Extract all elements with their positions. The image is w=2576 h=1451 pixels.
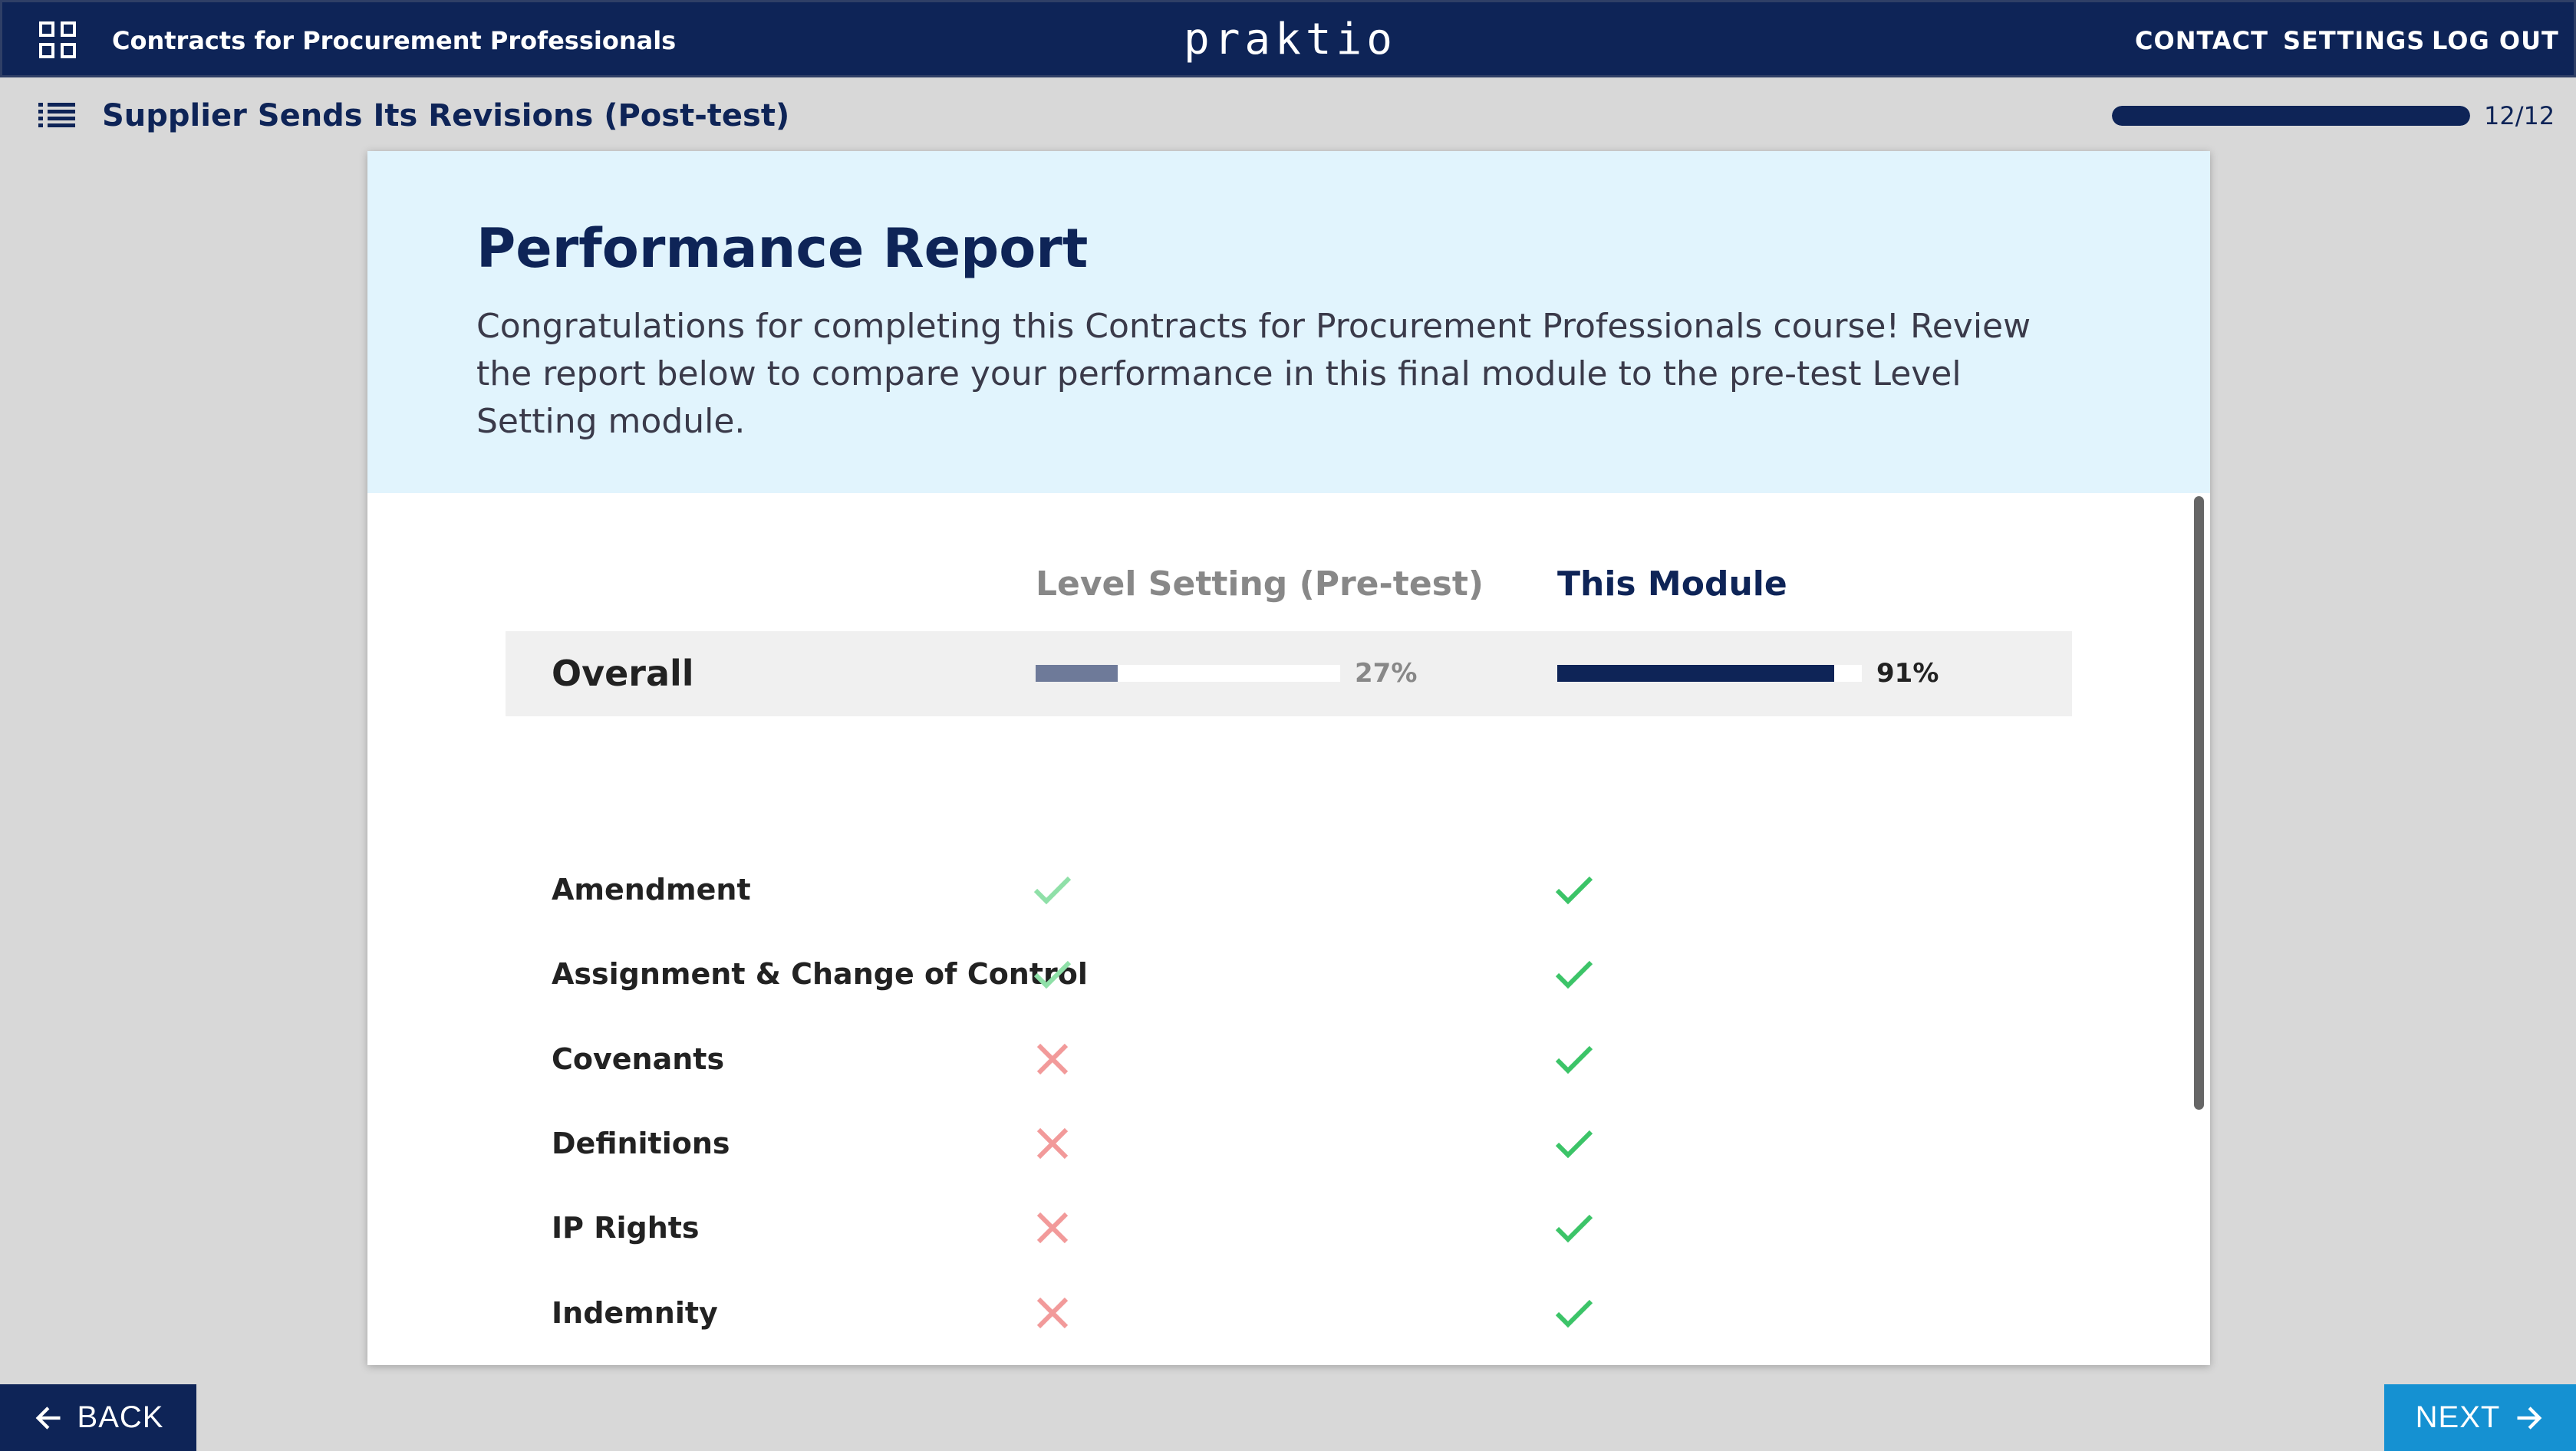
topic-label: Indemnity [552, 1296, 718, 1330]
module-score-bar [1557, 665, 1862, 682]
module-result-check-icon [1553, 953, 1596, 995]
topic-label: Definitions [552, 1127, 730, 1160]
pretest-result-check-icon [1031, 868, 1074, 911]
settings-link[interactable]: SETTINGS [2283, 25, 2425, 57]
topic-label: Covenants [552, 1042, 725, 1076]
report-intro: Performance Report Congratulations for c… [367, 151, 2210, 493]
course-progress-fill [2112, 106, 2470, 126]
contact-link[interactable]: CONTACT [2135, 25, 2268, 57]
module-score-fill [1557, 665, 1835, 682]
module-result-check-icon [1553, 1206, 1596, 1249]
menu-grid-icon[interactable] [39, 21, 77, 60]
back-button[interactable]: BACK [0, 1384, 196, 1451]
arrow-left-icon [35, 1406, 61, 1430]
overall-row: Overall 27% 91% [506, 631, 2072, 716]
pretest-result-check-icon [1031, 953, 1074, 995]
module-result-check-icon [1553, 1291, 1596, 1334]
pretest-score-text: 27% [1355, 658, 1418, 689]
module-list-icon[interactable] [38, 103, 75, 127]
page-title: Performance Report [476, 217, 1089, 280]
column-header-this-module: This Module [1557, 564, 1787, 604]
pretest-result-cross-icon [1031, 1122, 1074, 1165]
report-card: Performance Report Congratulations for c… [367, 151, 2210, 1365]
scrollbar[interactable] [2194, 496, 2204, 1110]
pretest-result-cross-icon [1031, 1206, 1074, 1249]
course-progress-bar [2112, 106, 2470, 126]
course-title: Contracts for Procurement Professionals [112, 26, 677, 55]
overall-label: Overall [552, 653, 694, 694]
module-score-text: 91% [1876, 658, 1939, 689]
module-result-check-icon [1553, 1122, 1596, 1165]
pretest-score-fill [1036, 665, 1118, 682]
back-label: BACK [77, 1400, 164, 1434]
module-result-check-icon [1553, 1038, 1596, 1081]
intro-text: Congratulations for completing this Cont… [476, 307, 2031, 441]
pretest-score-bar [1036, 665, 1340, 682]
pretest-result-cross-icon [1031, 1038, 1074, 1081]
topic-label: Assignment & Change of Control [552, 957, 1088, 991]
module-result-check-icon [1553, 868, 1596, 911]
column-header-pretest: Level Setting (Pre-test) [1036, 564, 1484, 604]
brand-logo: praktio [1183, 15, 1397, 64]
top-bar: Contracts for Procurement Professionals … [0, 0, 2576, 77]
next-button[interactable]: NEXT [2384, 1384, 2576, 1451]
progress-counter: 12/12 [2484, 101, 2555, 130]
topic-label: IP Rights [552, 1211, 700, 1245]
topic-label: Amendment [552, 873, 751, 906]
module-title: Supplier Sends Its Revisions (Post-test) [102, 98, 790, 133]
pretest-result-cross-icon [1031, 1291, 1074, 1334]
next-label: NEXT [2415, 1400, 2501, 1434]
arrow-right-icon [2517, 1406, 2542, 1430]
logout-link[interactable]: LOG OUT [2432, 25, 2559, 57]
